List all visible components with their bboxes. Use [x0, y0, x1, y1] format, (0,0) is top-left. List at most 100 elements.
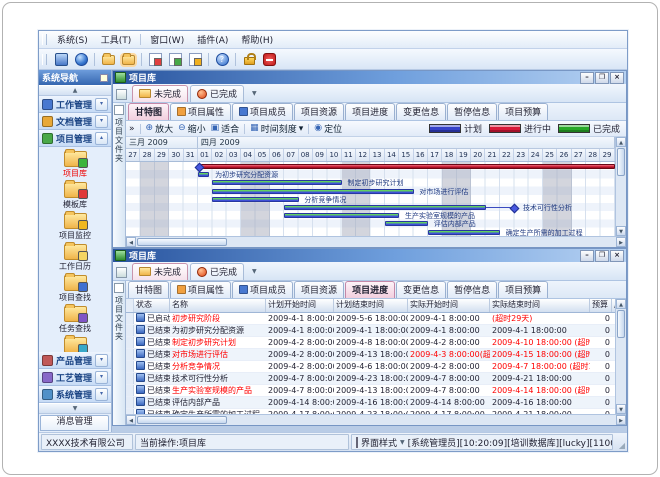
- column-header-名称[interactable]: 名称: [170, 299, 266, 312]
- gantt-bar-评估内部产品[interactable]: [385, 221, 428, 226]
- restore-button[interactable]: ❐: [595, 250, 609, 262]
- gantt-bar-技术可行性分析[interactable]: [284, 205, 485, 210]
- t-tab-项目预算[interactable]: 项目预算: [498, 281, 548, 298]
- scroll-up-icon[interactable]: ▲: [616, 299, 626, 309]
- timeline-day[interactable]: 21: [485, 149, 499, 161]
- t-tab-暂停信息[interactable]: 暂停信息: [447, 281, 497, 298]
- sidebar-group-项目管理[interactable]: 项目管理▴: [39, 130, 111, 147]
- scroll-down-icon[interactable]: ▼: [616, 404, 626, 414]
- sidebar-scroll-down[interactable]: ▼: [39, 403, 111, 414]
- table-row[interactable]: 已结束技术可行性分析2009-4-7 8:00:002009-4-23 18:0…: [126, 373, 615, 385]
- timeline-day[interactable]: 20: [471, 149, 485, 161]
- gantt-chart[interactable]: 为初步研究分配资源制定初步研究计划对市场进行评估分析竞争情况技术可行性分析生产实…: [126, 162, 615, 236]
- g-tab-项目成员[interactable]: 项目成员: [232, 103, 293, 120]
- table-vscrollbar[interactable]: ▲ ▼: [615, 299, 626, 414]
- table-hscrollbar[interactable]: ◀ ▶: [126, 414, 626, 425]
- chevron-down-icon[interactable]: ▾: [95, 115, 108, 128]
- gantt-bar-生产实验室规模的产品[interactable]: [284, 213, 399, 218]
- timeline-day[interactable]: 18: [442, 149, 456, 161]
- g-tab-变更信息[interactable]: 变更信息: [396, 103, 446, 120]
- g-tab-项目进度[interactable]: 项目进度: [345, 103, 395, 120]
- column-header-计划结束时间[interactable]: 计划结束时间: [334, 299, 408, 312]
- timeline-day[interactable]: 13: [370, 149, 384, 161]
- column-header-实际开始时间[interactable]: 实际开始时间: [408, 299, 490, 312]
- menu-item-1[interactable]: 工具(T): [95, 32, 138, 47]
- vscroll-thumb[interactable]: [617, 310, 625, 338]
- zoom-in-button[interactable]: ⊕放大: [146, 122, 174, 135]
- scroll-right-icon[interactable]: ▶: [616, 237, 626, 247]
- timeline-day[interactable]: 01: [198, 149, 212, 161]
- sidebar-group-产品管理[interactable]: 产品管理▾: [39, 352, 111, 369]
- timeline-day[interactable]: 16: [414, 149, 428, 161]
- table-row[interactable]: 已结束生产实验室规模的产品2009-4-7 8:00:002009-4-13 1…: [126, 385, 615, 397]
- gantt-bar-为初步研究分配资源[interactable]: [198, 172, 210, 177]
- g-tab-甘特图[interactable]: 甘特图: [128, 103, 169, 120]
- timeline-day[interactable]: 29: [600, 149, 614, 161]
- column-header-实际结束时间[interactable]: 实际结束时间: [490, 299, 590, 312]
- timeline-day[interactable]: 11: [342, 149, 356, 161]
- gantt-side-strip[interactable]: 项目文件夹: [113, 103, 126, 247]
- sidebar-item-项目查找[interactable]: 项目查找: [39, 273, 111, 304]
- timeline-day[interactable]: 15: [399, 149, 413, 161]
- tab-overflow-icon[interactable]: ▼: [252, 268, 257, 275]
- report-view-button[interactable]: [166, 51, 184, 68]
- timeline-day[interactable]: 10: [327, 149, 341, 161]
- toolbar-overflow-icon[interactable]: »: [129, 124, 135, 134]
- table-panel-titlebar[interactable]: 项目库 – ❐ ×: [113, 249, 626, 262]
- gantt-vscrollbar[interactable]: ▲ ▼: [615, 137, 626, 236]
- t-tab-项目成员[interactable]: 项目成员: [232, 281, 293, 298]
- globe-button[interactable]: [72, 51, 90, 68]
- gantt-bar-确定生产所需的加工过程[interactable]: [428, 230, 500, 235]
- timeline-day[interactable]: 08: [299, 149, 313, 161]
- timeline-day[interactable]: 02: [212, 149, 226, 161]
- g-folder-tab-未完成[interactable]: 未完成: [132, 85, 188, 102]
- timeline-day[interactable]: 23: [514, 149, 528, 161]
- timescale-button[interactable]: ▦时间刻度▾: [250, 122, 303, 135]
- hscroll-thumb[interactable]: [137, 416, 227, 424]
- gantt-hscrollbar[interactable]: ◀ ▶: [126, 236, 626, 247]
- sidebar-item-任务查找[interactable]: 任务查找: [39, 304, 111, 335]
- g-tab-项目资源[interactable]: 项目资源: [294, 103, 344, 120]
- locate-button[interactable]: ◉定位: [314, 122, 342, 135]
- t-tab-项目属性[interactable]: 项目属性: [170, 281, 231, 298]
- g-tab-暂停信息[interactable]: 暂停信息: [447, 103, 497, 120]
- fit-button[interactable]: ▣适合: [211, 122, 240, 135]
- t-folder-tab-未完成[interactable]: 未完成: [132, 263, 188, 280]
- pin-icon[interactable]: [100, 74, 108, 82]
- menu-item-0[interactable]: 系统(S): [51, 32, 94, 47]
- sidebar-group-工艺管理[interactable]: 工艺管理▾: [39, 369, 111, 386]
- minimize-button[interactable]: –: [580, 250, 594, 262]
- gantt-bar-对市场进行评估[interactable]: [212, 189, 413, 194]
- sidebar-group-文档管理[interactable]: 文档管理▾: [39, 113, 111, 130]
- timeline-day[interactable]: 29: [155, 149, 169, 161]
- scroll-left-icon[interactable]: ◀: [126, 237, 136, 247]
- restore-button[interactable]: ❐: [595, 72, 609, 84]
- lock-button[interactable]: [240, 51, 258, 68]
- scroll-right-icon[interactable]: ▶: [616, 415, 626, 425]
- sidebar-item-项目库[interactable]: 项目库: [39, 149, 111, 180]
- t-tab-项目资源[interactable]: 项目资源: [294, 281, 344, 298]
- timeline-day[interactable]: 17: [428, 149, 442, 161]
- interface-style-label[interactable]: 界面样式: [361, 436, 397, 449]
- column-header-状态[interactable]: 状态: [134, 299, 170, 312]
- sidebar-item-工作日历[interactable]: 工作日历: [39, 242, 111, 273]
- report-new-button[interactable]: [146, 51, 164, 68]
- sidebar-item-项目文档查找[interactable]: 项目文档查找: [39, 335, 111, 352]
- sidebar-tab-messages[interactable]: 消息管理: [40, 415, 109, 431]
- column-header-计划开始时间[interactable]: 计划开始时间: [266, 299, 334, 312]
- column-header-预算[interactable]: 预算: [590, 299, 612, 312]
- gantt-bar-分析竞争情况[interactable]: [212, 197, 298, 202]
- timeline-day[interactable]: 28: [586, 149, 600, 161]
- minimize-button[interactable]: –: [580, 72, 594, 84]
- scroll-down-icon[interactable]: ▼: [616, 226, 626, 236]
- gantt-bar-初步研究阶段[interactable]: [198, 164, 615, 169]
- menu-item-4[interactable]: 帮助(H): [235, 32, 279, 47]
- vscroll-thumb[interactable]: [617, 148, 625, 176]
- timeline-day[interactable]: 06: [270, 149, 284, 161]
- close-button[interactable]: ×: [610, 250, 624, 262]
- timeline-day[interactable]: 05: [255, 149, 269, 161]
- timeline-day[interactable]: 27: [572, 149, 586, 161]
- scroll-up-icon[interactable]: ▲: [616, 137, 626, 147]
- help-button[interactable]: ?: [213, 51, 231, 68]
- sidebar-item-项目监控[interactable]: 项目监控: [39, 211, 111, 242]
